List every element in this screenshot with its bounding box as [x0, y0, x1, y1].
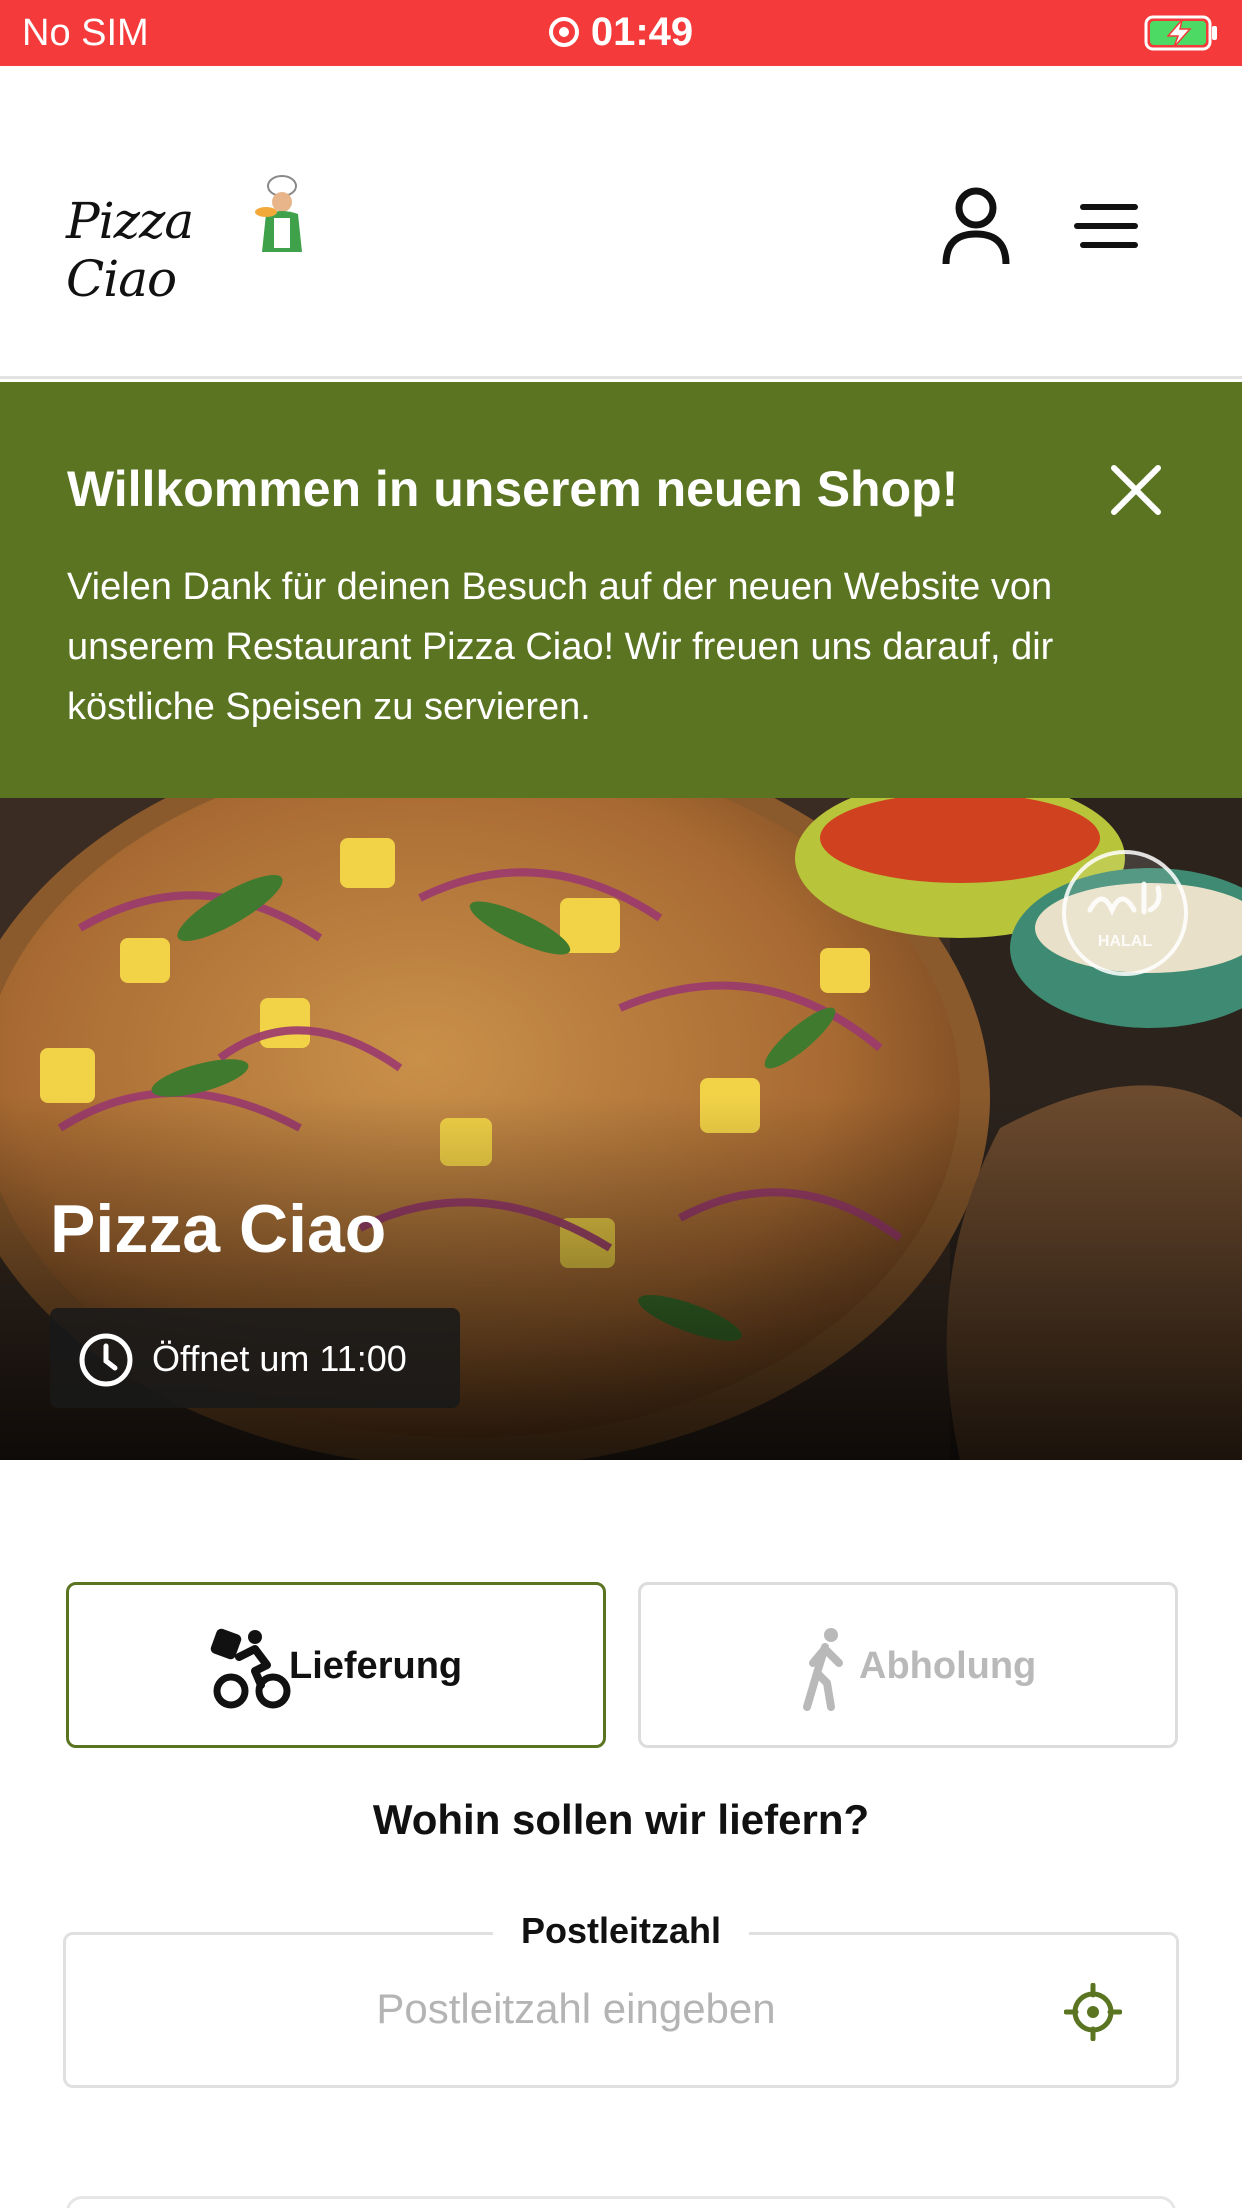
status-time: 01:49 [590, 10, 694, 54]
postal-code-label: Postleitzahl [492, 1910, 750, 1952]
logo[interactable]: Pizza Ciao [66, 174, 306, 308]
opening-status-badge: Öffnet um 11:00 [50, 1308, 460, 1408]
walking-person-icon [803, 1628, 843, 1711]
pickup-option-label: Abholung [859, 1645, 1037, 1687]
delivery-bike-icon [210, 1628, 291, 1709]
hero-image: HALAL Pizza Ciao Öffnet um 11:00 [0, 798, 1242, 1460]
battery-charging-icon [1144, 15, 1217, 51]
delivery-option-label: Lieferung [289, 1645, 463, 1687]
restaurant-name: Pizza Ciao [50, 1191, 387, 1267]
account-icon[interactable] [940, 186, 1012, 266]
banner-text: Vielen Dank für deinen Besuch auf der ne… [67, 566, 1054, 728]
welcome-banner: Willkommen in unserem neuen Shop! Vielen… [0, 382, 1242, 798]
pickup-option-button[interactable]: Abholung [638, 1582, 1178, 1748]
status-bar: No SIM 01:49 [0, 0, 1242, 66]
postal-code-field [63, 1932, 1179, 2088]
delivery-question: Wohin sollen wir liefern? [372, 1796, 870, 1843]
chef-icon [255, 175, 302, 252]
postal-code-label-wrap: Postleitzahl [0, 1910, 1242, 1952]
next-section-card [66, 2196, 1176, 2208]
locate-me-icon[interactable] [1064, 1983, 1122, 2041]
postal-code-input[interactable] [126, 1969, 1026, 2049]
recording-icon [548, 17, 579, 47]
halal-badge-text: HALAL [1098, 933, 1152, 950]
site-header: Pizza Ciao [0, 66, 1242, 379]
opening-status-text: Öffnet um 11:00 [152, 1338, 407, 1379]
halal-badge: HALAL [1062, 850, 1188, 976]
status-time-group: 01:49 [0, 10, 1242, 55]
hamburger-menu-icon[interactable] [1074, 198, 1140, 254]
banner-title: Willkommen in unserem neuen Shop! [67, 461, 959, 517]
delivery-option-button[interactable]: Lieferung [66, 1582, 606, 1748]
close-icon[interactable] [1110, 464, 1162, 516]
clock-icon [79, 1333, 133, 1387]
